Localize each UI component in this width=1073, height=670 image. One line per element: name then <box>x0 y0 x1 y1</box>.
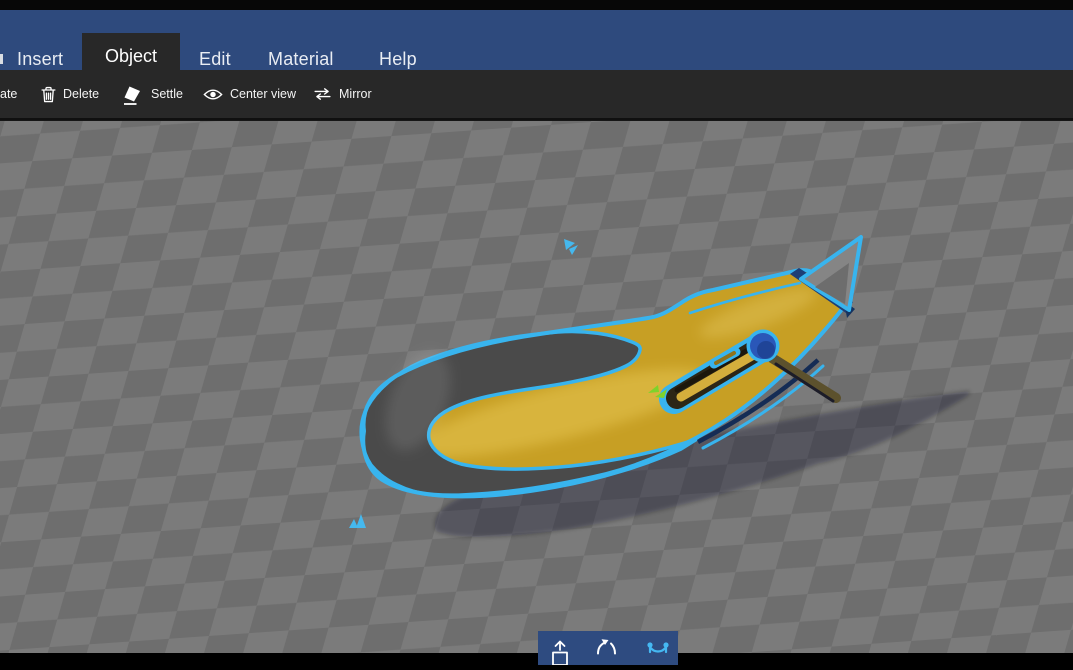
move-button[interactable] <box>549 639 571 670</box>
clipped-tab-fragment <box>0 54 3 64</box>
mirror-label: Mirror <box>339 87 372 101</box>
mirror-arrows-icon <box>314 88 331 100</box>
viewport-3d[interactable] <box>0 120 1073 653</box>
window-top-strip <box>0 0 1073 10</box>
rotate-button[interactable] <box>595 639 617 670</box>
move-icon <box>552 640 568 666</box>
menubar: Insert Object Edit Material Help <box>0 10 1073 80</box>
center-view-label: Center view <box>230 87 296 101</box>
mirror-button[interactable]: Mirror <box>313 70 372 118</box>
clipped-toolbar-button[interactable]: ate <box>0 70 17 118</box>
settle-label: Settle <box>151 87 183 101</box>
trash-icon <box>41 86 56 102</box>
settle-icon <box>124 86 140 105</box>
scale-button[interactable] <box>646 639 670 670</box>
delete-label: Delete <box>63 87 100 101</box>
delete-button[interactable]: Delete <box>41 70 99 118</box>
scene-canvas <box>0 121 1073 653</box>
gizmo-bar <box>538 631 678 666</box>
rotate-icon <box>597 639 616 655</box>
eye-icon <box>203 89 223 99</box>
scale-icon <box>647 642 669 654</box>
settle-button[interactable]: Settle <box>120 70 183 118</box>
center-view-button[interactable]: Center view <box>203 70 296 118</box>
slider-button-shade <box>757 341 775 359</box>
